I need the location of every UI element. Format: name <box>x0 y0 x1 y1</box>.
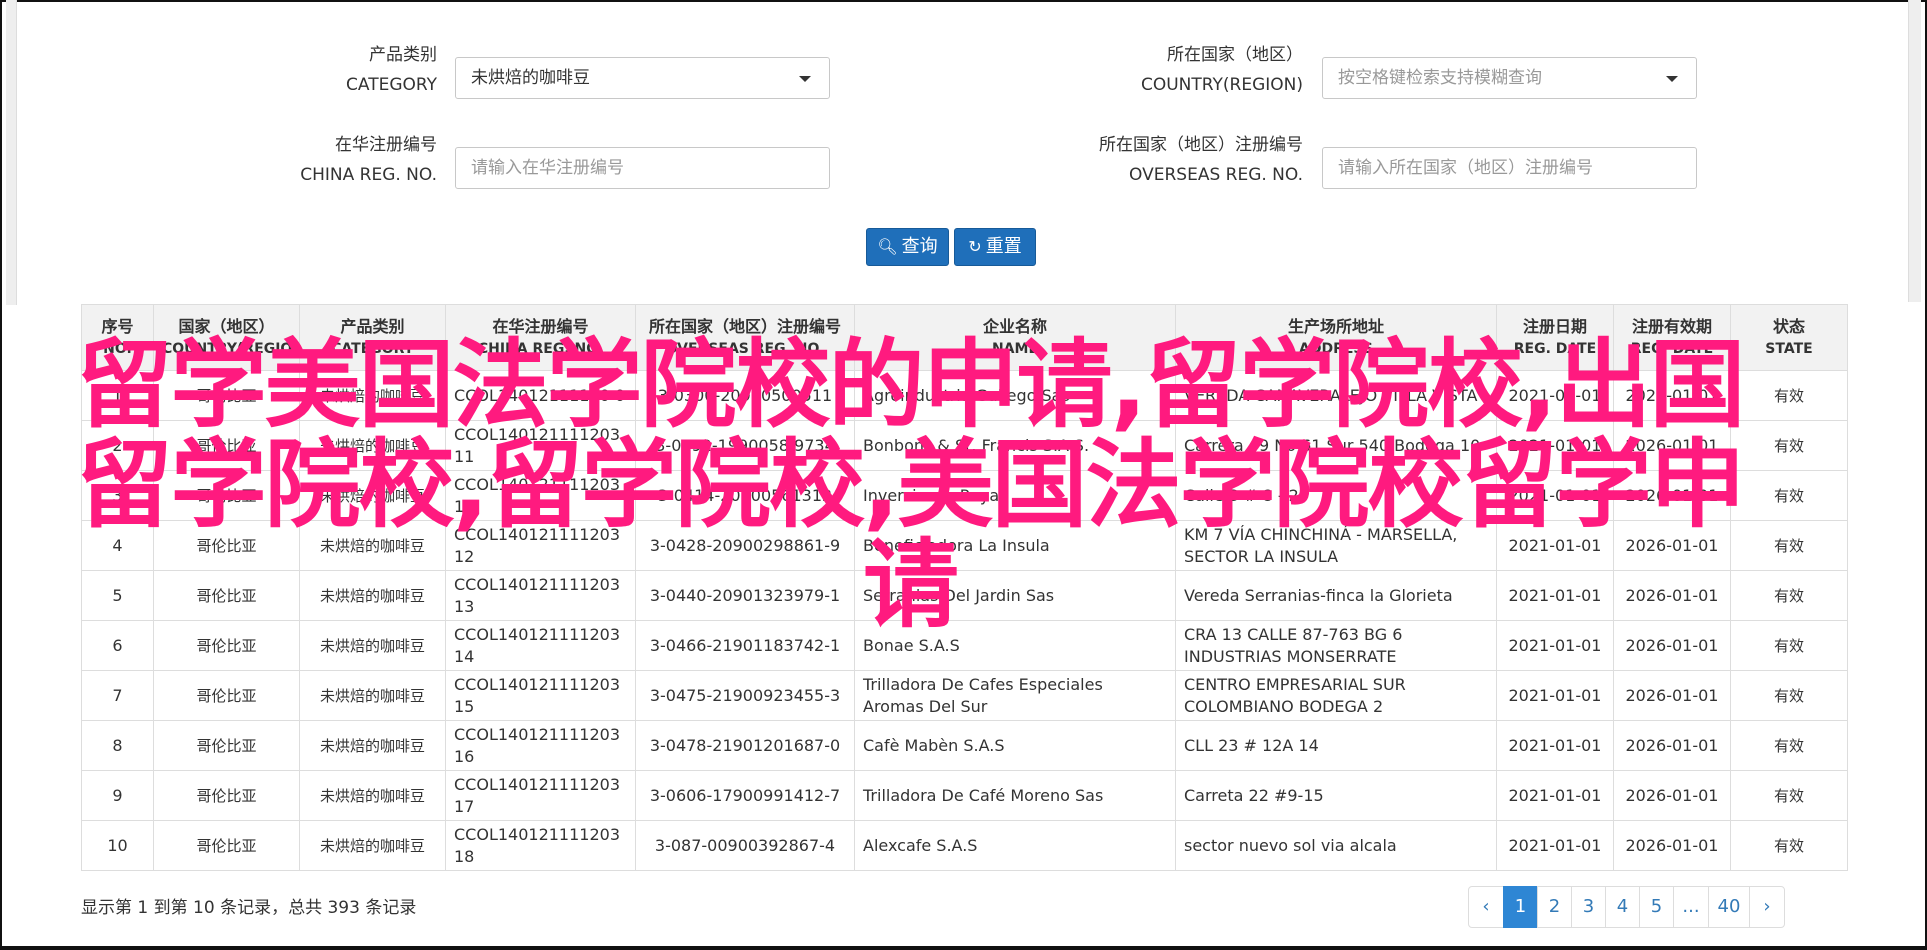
china-reg-label-en: CHINA REG. NO. <box>300 165 437 185</box>
search-icon: 🔍︎ <box>877 237 898 256</box>
table-row[interactable]: 9 哥伦比亚 未烘焙的咖啡豆 CCOL140121111203 17 3-0606-17… <box>81 770 1848 821</box>
category-label: 产品类别 CATEGORY <box>230 40 437 100</box>
cell-address: CENTRO EMPRESARIAL SUR COLOMBIANO BODEGA… <box>1175 670 1497 721</box>
chevron-down-icon <box>799 76 811 82</box>
cell-address: Carreta 22 #9-15 <box>1175 770 1497 821</box>
cell-reg-date: 2021-01-01 <box>1496 770 1614 821</box>
pagination-page-4[interactable]: 4 <box>1605 886 1640 928</box>
cell-no: 9 <box>81 770 154 821</box>
cell-overseas-reg: 3-0478-21901201687-0 <box>635 720 855 771</box>
country-select-placeholder: 按空格键检索支持模糊查询 <box>1338 68 1542 88</box>
cell-valid-until: 2026-01-01 <box>1613 770 1731 821</box>
cell-overseas-reg: 3-0606-17900991412-7 <box>635 770 855 821</box>
pagination-page-40[interactable]: 40 <box>1708 886 1750 928</box>
cell-state: 有效 <box>1730 720 1848 771</box>
reset-button[interactable]: ↻ 重置 <box>954 228 1036 266</box>
cell-address: sector nuevo sol via alcala <box>1175 820 1497 871</box>
cell-overseas-reg: 3-087-00900392867-4 <box>635 820 855 871</box>
window-frame-left <box>0 0 2 950</box>
cell-valid-until: 2026-01-01 <box>1613 670 1731 721</box>
pagination: ‹ 1 2 3 4 5... 40 › <box>1468 886 1785 928</box>
pagination-page-3[interactable]: 3 <box>1571 886 1606 928</box>
table-row[interactable]: 10 哥伦比亚 未烘焙的咖啡豆 CCOL140121111203 18 3-087-00… <box>81 820 1848 871</box>
search-button[interactable]: 🔍︎ 查询 <box>866 228 949 266</box>
pagination-page-ellipsis[interactable]: ... <box>1673 886 1709 928</box>
pagination-page-1[interactable]: 1 <box>1503 886 1538 928</box>
cell-category: 未烘焙的咖啡豆 <box>299 770 446 821</box>
cell-valid-until: 2026-01-01 <box>1613 820 1731 871</box>
china-reg-input-placeholder: 请输入在华注册编号 <box>471 158 624 178</box>
china-reg-input[interactable]: 请输入在华注册编号 <box>455 147 830 189</box>
cell-reg-date: 2021-01-01 <box>1496 670 1614 721</box>
page: 产品类别 CATEGORY 未烘焙的咖啡豆 所在国家（地区） COUNTRY(R… <box>0 0 1927 950</box>
cell-name: Trilladora De Cafes Especiales Aromas De… <box>854 670 1176 721</box>
cell-reg-date: 2021-01-01 <box>1496 720 1614 771</box>
cell-china-reg: CCOL140121111203 15 <box>445 670 636 721</box>
china-reg-label: 在华注册编号 CHINA REG. NO. <box>230 130 437 190</box>
left-scrollbar[interactable] <box>6 0 17 305</box>
record-summary: 显示第 1 到第 10 条记录，总共 393 条记录 <box>81 898 417 918</box>
cell-overseas-reg: 3-0475-21900923455-3 <box>635 670 855 721</box>
cell-state: 有效 <box>1730 670 1848 721</box>
cell-category: 未烘焙的咖啡豆 <box>299 820 446 871</box>
table-row[interactable]: 7 哥伦比亚 未烘焙的咖啡豆 CCOL140121111203 15 3-0475-21… <box>81 670 1848 721</box>
overseas-reg-label-cn: 所在国家（地区）注册编号 <box>1099 135 1303 155</box>
chevron-down-icon <box>1666 76 1678 82</box>
overlay-headline: 留学美国法学院校的申请,留学院校,出国留学院校,留学院校,美国法学院校留学申请 <box>76 329 1746 641</box>
cell-address: CLL 23 # 12A 14 <box>1175 720 1497 771</box>
cell-china-reg: CCOL140121111203 16 <box>445 720 636 771</box>
cell-china-reg: CCOL140121111203 17 <box>445 770 636 821</box>
pagination-page-5[interactable]: 5 <box>1639 886 1674 928</box>
cell-reg-date: 2021-01-01 <box>1496 820 1614 871</box>
pagination-next-button[interactable]: › <box>1749 886 1785 928</box>
cell-name: Trilladora De Café Moreno Sas <box>854 770 1176 821</box>
cell-no: 10 <box>81 820 154 871</box>
category-select-value: 未烘焙的咖啡豆 <box>471 68 590 88</box>
country-label-en: COUNTRY(REGION) <box>1140 75 1303 95</box>
china-reg-label-cn: 在华注册编号 <box>335 135 437 155</box>
cell-category: 未烘焙的咖啡豆 <box>299 720 446 771</box>
country-label: 所在国家（地区） COUNTRY(REGION) <box>1080 40 1303 100</box>
country-label-cn: 所在国家（地区） <box>1167 45 1303 65</box>
cell-country: 哥伦比亚 <box>153 820 300 871</box>
cell-state: 有效 <box>1730 820 1848 871</box>
refresh-icon: ↻ <box>968 237 982 256</box>
search-button-label: 查询 <box>901 236 938 257</box>
cell-no: 7 <box>81 670 154 721</box>
category-select[interactable]: 未烘焙的咖啡豆 <box>455 57 830 99</box>
cell-country: 哥伦比亚 <box>153 720 300 771</box>
table-row[interactable]: 8 哥伦比亚 未烘焙的咖啡豆 CCOL140121111203 16 3-0478-21… <box>81 720 1848 771</box>
cell-valid-until: 2026-01-01 <box>1613 720 1731 771</box>
right-scrollbar[interactable] <box>1908 0 1921 302</box>
pagination-page-2[interactable]: 2 <box>1537 886 1572 928</box>
overseas-reg-input-placeholder: 请输入所在国家（地区）注册编号 <box>1338 158 1593 178</box>
country-select[interactable]: 按空格键检索支持模糊查询 <box>1322 57 1697 99</box>
category-label-en: CATEGORY <box>346 75 437 95</box>
cell-state: 有效 <box>1730 770 1848 821</box>
cell-country: 哥伦比亚 <box>153 670 300 721</box>
category-label-cn: 产品类别 <box>369 45 437 65</box>
window-frame-bottom <box>0 946 1927 950</box>
overseas-reg-input[interactable]: 请输入所在国家（地区）注册编号 <box>1322 147 1697 189</box>
overseas-reg-label-en: OVERSEAS REG. NO. <box>1129 165 1303 185</box>
cell-category: 未烘焙的咖啡豆 <box>299 670 446 721</box>
cell-china-reg: CCOL140121111203 18 <box>445 820 636 871</box>
cell-no: 8 <box>81 720 154 771</box>
cell-name: Alexcafe S.A.S <box>854 820 1176 871</box>
pagination-prev-button[interactable]: ‹ <box>1468 886 1504 928</box>
cell-name: Cafè Mabèn S.A.S <box>854 720 1176 771</box>
cell-country: 哥伦比亚 <box>153 770 300 821</box>
reset-button-label: 重置 <box>985 236 1022 257</box>
window-frame-top <box>0 0 1927 2</box>
overseas-reg-label: 所在国家（地区）注册编号 OVERSEAS REG. NO. <box>1020 130 1303 190</box>
